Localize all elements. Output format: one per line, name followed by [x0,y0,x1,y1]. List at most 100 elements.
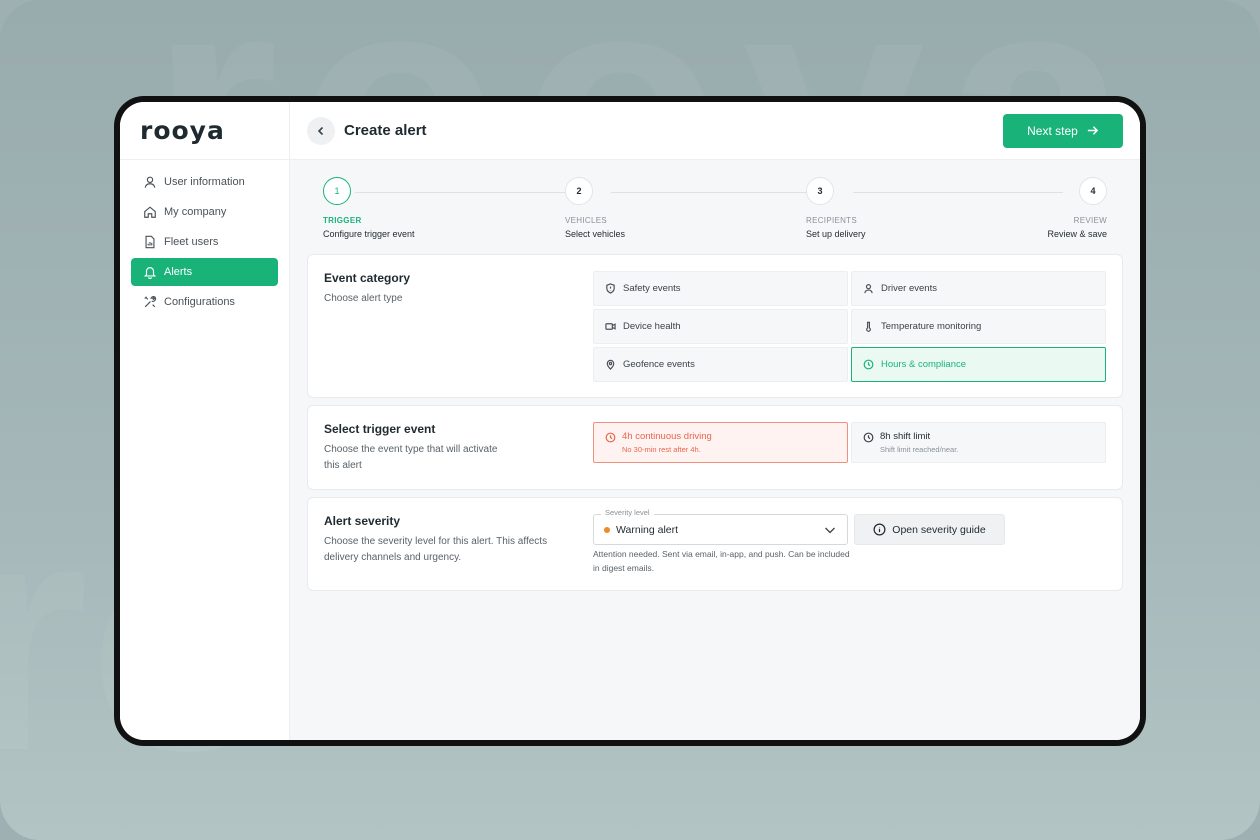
back-button[interactable] [307,116,335,145]
trigger-option-8h-shift-limit[interactable]: 8h shift limit Shift limit reached/near. [851,422,1106,463]
step-trigger[interactable]: 1 TRIGGER Configure trigger event [323,177,415,239]
open-severity-guide-button[interactable]: Open severity guide [854,514,1005,545]
severity-help-text: Attention needed. Sent via email, in-app… [593,549,850,573]
arrow-right-icon [1087,126,1099,135]
sidebar-item-label: Alerts [164,266,193,278]
card-description: Choose the severity level for this alert… [324,536,548,563]
severity-field-label: Severity level [601,508,654,517]
card-header: Event category Choose alert type [324,271,593,382]
trigger-options: 4h continuous driving No 30-min rest aft… [593,422,1106,474]
info-icon [873,523,886,536]
step-label: REVIEW [1073,216,1107,225]
thermometer-icon [866,321,871,332]
option-label: Driver events [881,283,937,294]
category-option-hours-compliance[interactable]: Hours & compliance [851,347,1106,382]
card-title: Alert severity [324,514,401,528]
page-title: Create alert [344,122,427,139]
severity-value: Warning alert [616,523,679,536]
trigger-text: 4h continuous driving No 30-min rest aft… [622,431,712,454]
sidebar-item-label: Configurations [164,296,235,308]
event-category-card: Event category Choose alert type Safety … [307,254,1123,398]
topbar: Create alert Next step [290,102,1140,160]
severity-select[interactable]: Warning alert [593,514,848,545]
alert-severity-card: Alert severity Choose the severity level… [307,497,1123,591]
clock-icon [863,359,874,370]
sidebar-item-label: My company [164,206,227,218]
step-number: 4 [1079,177,1107,205]
sidebar-item-alerts[interactable]: Alerts [131,258,278,286]
category-options: Safety events Driver events Device healt… [593,271,1106,382]
card-title: Select trigger event [324,422,436,436]
step-label: RECIPIENTS [806,216,858,225]
severity-controls: Warning alert Severity level Open severi… [593,508,1106,575]
clock-icon [863,432,874,443]
sidebar-item-user-information[interactable]: User information [131,168,278,196]
card-header: Select trigger event Choose the event ty… [324,422,593,474]
tools-icon [144,296,157,308]
card-header: Alert severity Choose the severity level… [324,514,593,575]
clock-alert-icon [605,432,616,443]
card-description: Choose alert type [324,293,403,304]
trigger-title: 8h shift limit [880,431,931,442]
step-subtitle: Set up delivery [806,229,866,239]
app-logo[interactable]: rooya [140,116,225,145]
sidebar-item-my-company[interactable]: My company [131,198,278,226]
sidebar-item-configurations[interactable]: Configurations [131,288,278,316]
step-subtitle: Configure trigger event [323,229,415,239]
step-number: 1 [323,177,351,205]
logo-area: rooya [120,102,289,160]
step-number: 2 [565,177,593,205]
card-description: Choose the event type that will activate… [324,444,498,471]
severity-dot [604,526,610,533]
category-option-safety-events[interactable]: Safety events [593,271,848,306]
trigger-subtitle: Shift limit reached/near. [880,445,959,454]
trigger-option-4h-continuous-driving[interactable]: 4h continuous driving No 30-min rest aft… [593,422,848,463]
device-frame: rooya User information My company Fleet … [114,96,1146,746]
app-screen: rooya User information My company Fleet … [120,102,1140,740]
bell-icon [143,267,157,279]
topbar-left: Create alert [307,116,427,145]
step-label: TRIGGER [323,216,362,225]
step-connector [853,192,1063,193]
category-option-device-health[interactable]: Device health [593,309,848,344]
next-step-label: Next step [1027,123,1078,138]
option-label: Temperature monitoring [881,321,982,332]
step-vehicles[interactable]: 2 VEHICLES Select vehicles [565,177,625,239]
severity-field: Warning alert Severity level [593,508,848,545]
sidebar-nav: User information My company Fleet users … [120,160,289,326]
user-icon [144,176,156,188]
trigger-event-card: Select trigger event Choose the event ty… [307,405,1123,490]
trigger-text: 8h shift limit Shift limit reached/near. [880,431,958,454]
content: 1 TRIGGER Configure trigger event 2 VEHI… [290,160,1140,598]
sidebar-item-label: Fleet users [164,236,219,248]
step-recipients[interactable]: 3 RECIPIENTS Set up delivery [806,177,866,239]
next-step-button[interactable]: Next step [1003,113,1123,148]
category-option-temperature-monitoring[interactable]: Temperature monitoring [851,309,1106,344]
option-label: Geofence events [623,359,695,370]
step-subtitle: Select vehicles [565,229,626,239]
option-label: Device health [623,321,681,332]
category-option-driver-events[interactable]: Driver events [851,271,1106,306]
step-subtitle: Review & save [1047,229,1107,239]
main-area: Create alert Next step 1 TRIGGER Configu… [290,102,1140,740]
sidebar: rooya User information My company Fleet … [120,102,290,740]
chevron-left-icon [317,126,324,135]
card-title: Event category [324,271,411,285]
step-label: VEHICLES [565,216,607,225]
category-option-geofence-events[interactable]: Geofence events [593,347,848,382]
step-number: 3 [806,177,834,205]
option-label: Safety events [623,283,681,294]
severity-row: Warning alert Severity level Open severi… [593,508,1106,545]
step-review[interactable]: 4 REVIEW Review & save [1047,177,1107,239]
home-icon [144,206,156,218]
sidebar-item-fleet-users[interactable]: Fleet users [131,228,278,256]
option-label: Hours & compliance [881,359,967,370]
user-icon [864,284,873,294]
stepper: 1 TRIGGER Configure trigger event 2 VEHI… [307,172,1123,254]
report-icon [145,235,155,249]
trigger-title: 4h continuous driving [622,431,712,442]
step-connector [611,192,823,193]
location-pin-icon [606,359,615,370]
shield-icon [606,283,615,294]
chevron-down-icon [825,527,835,533]
